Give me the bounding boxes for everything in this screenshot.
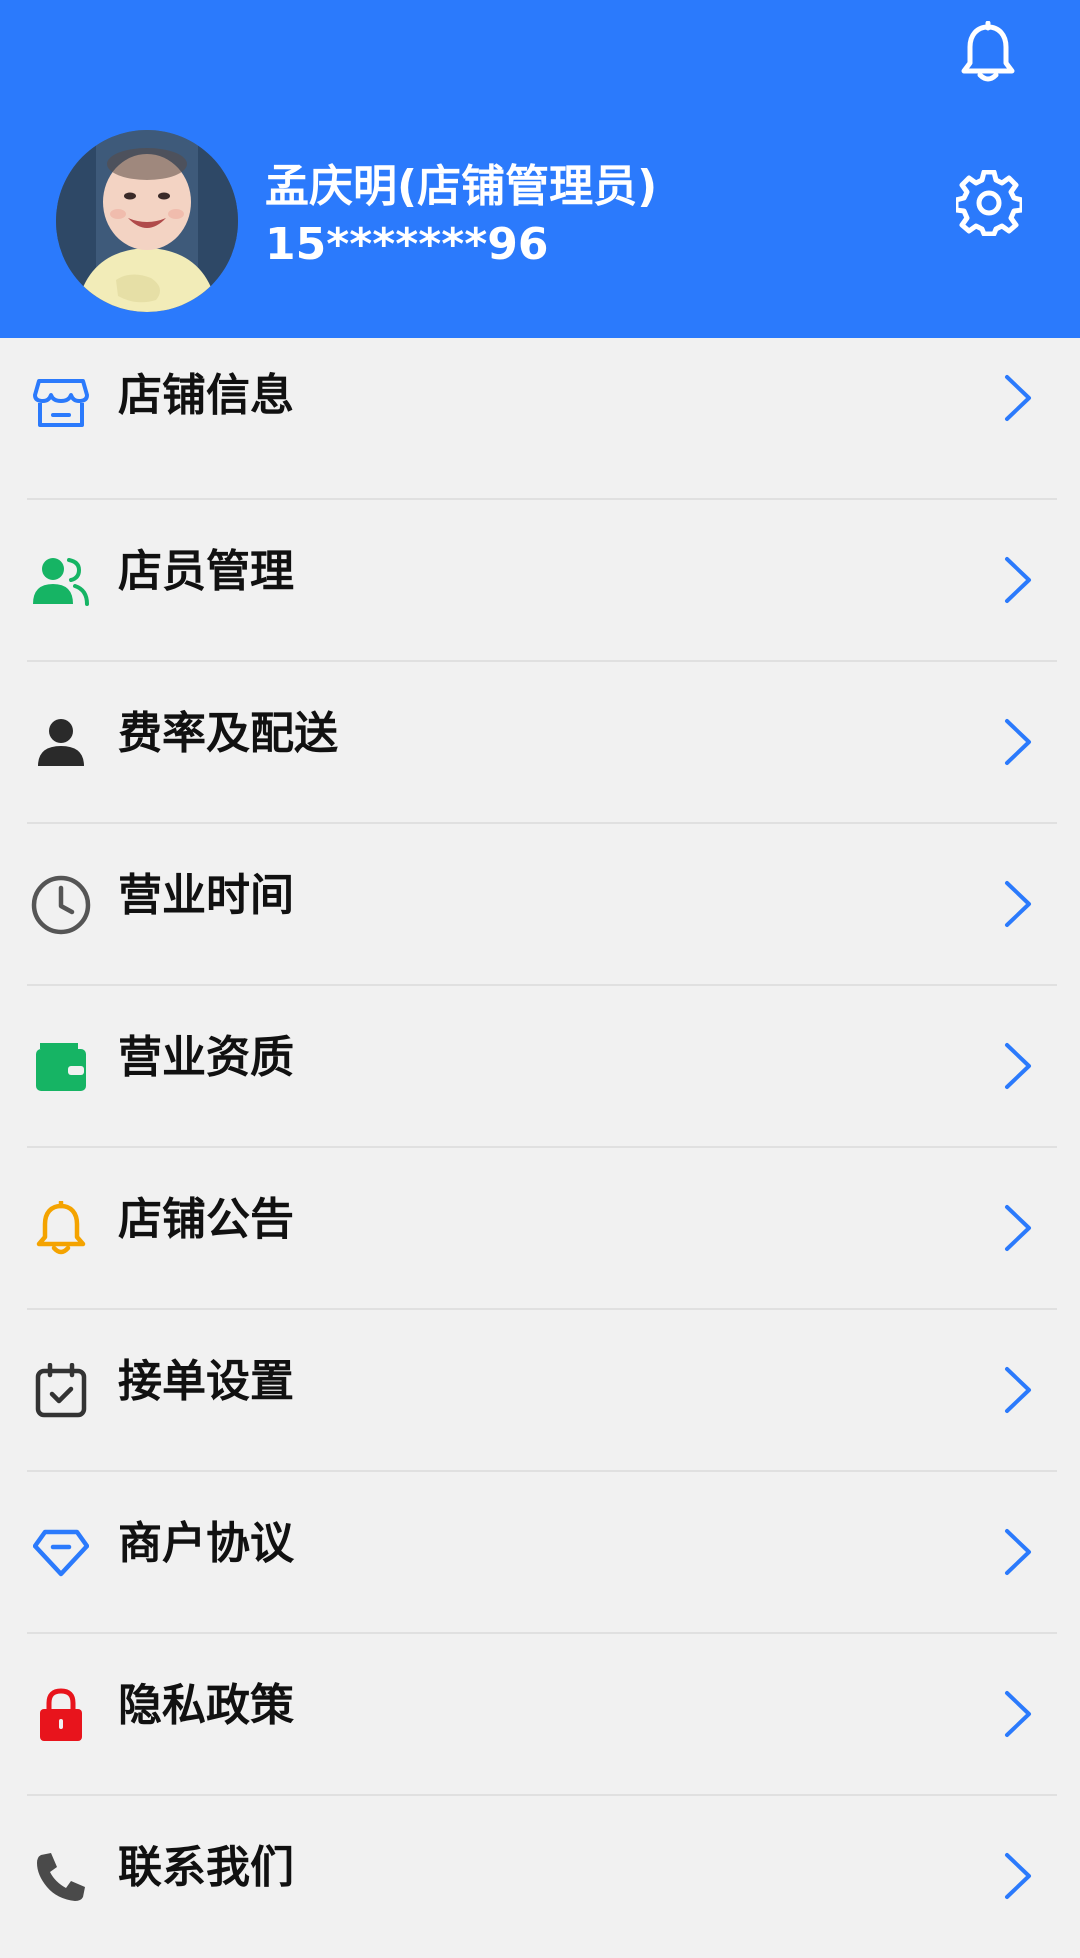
- menu-item-business-license[interactable]: 营业资质: [0, 986, 1080, 1148]
- wallet-icon: [30, 1036, 92, 1098]
- menu-item-label: 接单设置: [118, 1356, 294, 1407]
- menu-item-store-announcement[interactable]: 店铺公告: [0, 1148, 1080, 1310]
- menu-item-business-hours[interactable]: 营业时间: [0, 824, 1080, 986]
- chevron-right-icon: [998, 712, 1038, 772]
- profile-header: 孟庆明(店铺管理员) 15*******96: [0, 0, 1080, 338]
- chevron-right-icon: [998, 1684, 1038, 1744]
- store-icon: [30, 372, 92, 434]
- menu-list: 店铺信息 店员管理 费率及配送 营业时间 营业资质 店铺公告 接单设置 商户协议…: [0, 338, 1080, 1958]
- menu-item-label: 隐私政策: [118, 1680, 294, 1731]
- clock-icon: [30, 874, 92, 936]
- phone-icon: [30, 1846, 92, 1908]
- menu-item-label: 店铺公告: [118, 1194, 294, 1245]
- menu-item-privacy-policy[interactable]: 隐私政策: [0, 1634, 1080, 1796]
- menu-item-label: 商户协议: [118, 1518, 294, 1569]
- menu-item-label: 店铺信息: [118, 370, 294, 421]
- chevron-right-icon: [998, 1036, 1038, 1096]
- menu-item-merchant-agreement[interactable]: 商户协议: [0, 1472, 1080, 1634]
- menu-item-label: 店员管理: [118, 546, 294, 597]
- menu-item-contact-us[interactable]: 联系我们: [0, 1796, 1080, 1958]
- menu-item-store-info[interactable]: 店铺信息: [0, 338, 1080, 500]
- chevron-right-icon: [998, 1198, 1038, 1258]
- menu-item-label: 营业资质: [118, 1032, 294, 1083]
- avatar[interactable]: [56, 130, 238, 312]
- gear-icon: [956, 170, 1022, 236]
- staff-icon: [30, 550, 92, 612]
- menu-item-label: 营业时间: [118, 870, 294, 921]
- chevron-right-icon: [998, 368, 1038, 428]
- bell-icon: [961, 21, 1015, 82]
- menu-item-label: 费率及配送: [118, 708, 338, 759]
- person-icon: [30, 712, 92, 774]
- avatar-image: [56, 130, 238, 312]
- user-name: 孟庆明(店铺管理员): [265, 161, 658, 212]
- chevron-right-icon: [998, 874, 1038, 934]
- chevron-right-icon: [998, 1522, 1038, 1582]
- menu-item-label: 联系我们: [118, 1842, 294, 1893]
- user-phone: 15*******96: [265, 219, 549, 270]
- calendar-check-icon: [30, 1360, 92, 1422]
- chevron-right-icon: [998, 550, 1038, 610]
- menu-item-order-settings[interactable]: 接单设置: [0, 1310, 1080, 1472]
- bell-icon: [30, 1198, 92, 1260]
- menu-item-staff-management[interactable]: 店员管理: [0, 500, 1080, 662]
- diamond-icon: [30, 1522, 92, 1584]
- menu-item-rates-delivery[interactable]: 费率及配送: [0, 662, 1080, 824]
- notification-button[interactable]: [956, 18, 1020, 88]
- chevron-right-icon: [998, 1846, 1038, 1906]
- chevron-right-icon: [998, 1360, 1038, 1420]
- lock-icon: [30, 1684, 92, 1746]
- settings-button[interactable]: [954, 168, 1024, 238]
